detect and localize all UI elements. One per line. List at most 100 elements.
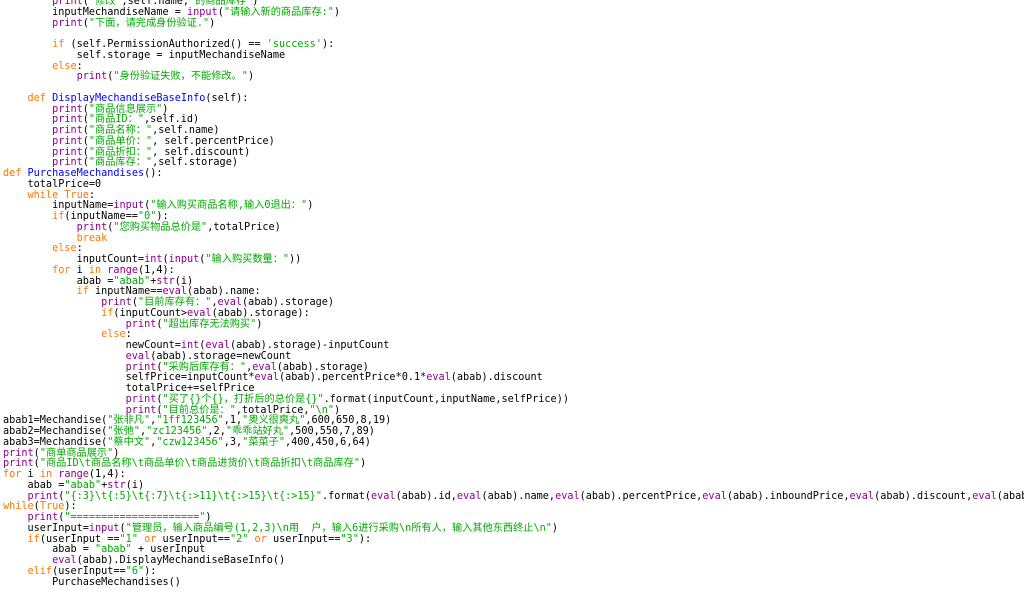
builtin-token: print xyxy=(3,17,83,29)
code-token: (abab).discount xyxy=(450,372,543,384)
code-token: (self.PermissionAuthorized() == xyxy=(64,39,267,50)
code-token: ,400,450,6,64) xyxy=(284,436,371,448)
code-token: ): xyxy=(156,211,169,222)
builtin-token: print xyxy=(3,114,83,126)
code-area[interactable]: print("修改",self.name,"的商品库存") inputMecha… xyxy=(3,0,1024,588)
string-token: "1ff123456" xyxy=(156,415,224,427)
code-token: ,totalPrice, xyxy=(235,404,310,416)
keyword-token: if xyxy=(3,211,65,222)
code-token: ) xyxy=(113,447,120,459)
code-token: )) xyxy=(289,254,302,265)
code-line[interactable]: totalPrice=0 xyxy=(3,179,1024,191)
keyword-token: True xyxy=(39,501,65,513)
code-line[interactable]: print("商品ID\t商品名称\t商品单价\t商品进货价\t商品折扣\t商品… xyxy=(3,458,1024,470)
string-token: "买了{}个{}，打折后的总价是{}" xyxy=(162,393,324,405)
code-token: ,self.storage) xyxy=(152,157,238,169)
code-token: userInput== xyxy=(156,533,230,545)
builtin-token: eval xyxy=(555,490,580,502)
string-token: "管理员，输入商品编号(1,2,3)\n用 户，输入6进行采购\n所有人，输入其… xyxy=(125,522,552,534)
builtin-token: eval xyxy=(702,490,727,502)
code-token: abab3=Mechandise( xyxy=(3,436,108,448)
builtin-token: str xyxy=(156,275,175,287)
keyword-token: or xyxy=(144,533,157,545)
keyword-token: else xyxy=(3,329,126,341)
code-token: (inputCount> xyxy=(113,307,188,319)
builtin-token: range xyxy=(58,469,89,480)
code-token: abab = xyxy=(3,544,96,556)
keyword-token: if xyxy=(3,39,65,50)
keyword-token: or xyxy=(254,533,267,545)
builtin-token: eval xyxy=(187,307,212,319)
builtin-token: int xyxy=(144,254,163,265)
code-token: ,self.id) xyxy=(143,114,200,126)
code-token: abab2=Mechandise( xyxy=(3,426,108,437)
string-token: "商品折扣：" xyxy=(88,146,153,158)
code-line[interactable]: print("身份验证失败，不能修改。") xyxy=(3,71,1024,83)
code-line[interactable]: def PurchaseMechandises(): xyxy=(3,168,1024,180)
code-token: inputName== xyxy=(88,286,163,298)
builtin-token: print xyxy=(3,361,157,373)
keyword-token: def xyxy=(3,92,46,104)
code-token: (abab).percentPrice, xyxy=(579,490,703,502)
code-line[interactable]: print("{:3}\t{:5}\t{:7}\t{:>11}\t{:>15}\… xyxy=(3,490,1024,503)
code-token: ,1, xyxy=(223,415,243,427)
function-name-token: PurchaseMechandises xyxy=(27,168,145,179)
string-token: "菜菜子" xyxy=(242,436,285,448)
code-token: i xyxy=(21,469,40,480)
string-token: "目前库存有：" xyxy=(137,297,212,308)
builtin-token: print xyxy=(3,404,157,416)
keyword-token: for xyxy=(3,264,71,276)
code-token: (abab).DisplayMechandiseBaseInfo() xyxy=(76,555,286,566)
code-token: (userInput == xyxy=(39,533,120,545)
code-line[interactable]: abab3=Mechandise("蔡中文","czw123456",3,"菜菜… xyxy=(3,436,1024,449)
code-line[interactable]: PurchaseMechandises() xyxy=(3,577,1024,589)
code-line[interactable]: print("超出库存无法购买") xyxy=(3,319,1024,331)
code-token: (userInput== xyxy=(52,565,126,577)
code-token: (abab).storage=newCount xyxy=(150,350,292,362)
builtin-token: eval xyxy=(162,286,188,298)
code-token: ) xyxy=(205,512,212,523)
code-token: ,self.name) xyxy=(152,125,220,136)
string-token: "2" xyxy=(229,533,249,545)
string-token: "0" xyxy=(137,211,157,222)
code-token: ) xyxy=(360,458,367,470)
string-token: "商品ID：" xyxy=(88,114,144,126)
string-token: "输入购买商品名称,输入0退出：" xyxy=(150,200,308,212)
code-token: (self): xyxy=(205,92,249,104)
builtin-token: eval xyxy=(3,555,77,566)
string-token: "身份验证失败，不能修改。" xyxy=(113,71,248,83)
string-token: "商品信息展示" xyxy=(88,103,163,115)
keyword-token: break xyxy=(3,232,108,244)
code-token: (1,4): xyxy=(88,469,126,480)
builtin-token: print xyxy=(3,135,83,147)
code-token: (inputName== xyxy=(64,211,138,222)
code-line[interactable]: for i in range(1,4): xyxy=(3,469,1024,481)
code-token: , self.percentPrice) xyxy=(152,135,275,147)
code-line[interactable]: print("您购买物品总价是",totalPrice) xyxy=(3,222,1024,234)
code-token: ): xyxy=(64,501,77,513)
builtin-token: input xyxy=(168,254,200,265)
code-line[interactable]: self.storage = inputMechandiseName xyxy=(3,50,1024,62)
string-token: "张非凡" xyxy=(107,415,151,427)
code-token: abab = xyxy=(3,275,114,287)
code-line[interactable]: break xyxy=(3,232,1024,245)
keyword-token: def xyxy=(3,168,22,179)
builtin-token: print xyxy=(3,490,59,502)
builtin-token: str xyxy=(107,479,126,491)
code-token: : xyxy=(76,243,83,255)
string-token: "张弛" xyxy=(107,426,140,437)
keyword-token: else xyxy=(3,243,77,255)
string-token: 'success' xyxy=(266,39,322,50)
code-token: , self.discount) xyxy=(152,146,251,158)
string-token: "6" xyxy=(125,565,145,577)
keyword-token: if xyxy=(3,533,40,545)
code-token: abab = xyxy=(3,479,65,491)
code-line[interactable]: print("下面，请完成身份验证.") xyxy=(3,17,1024,30)
builtin-token: input xyxy=(113,200,145,212)
string-token: "目前总价是：" xyxy=(162,404,236,416)
builtin-token: print xyxy=(3,458,34,470)
builtin-token: print xyxy=(3,103,83,115)
builtin-token: range xyxy=(107,264,138,276)
code-editor[interactable]: print("修改",self.name,"的商品库存") inputMecha… xyxy=(0,0,1024,595)
